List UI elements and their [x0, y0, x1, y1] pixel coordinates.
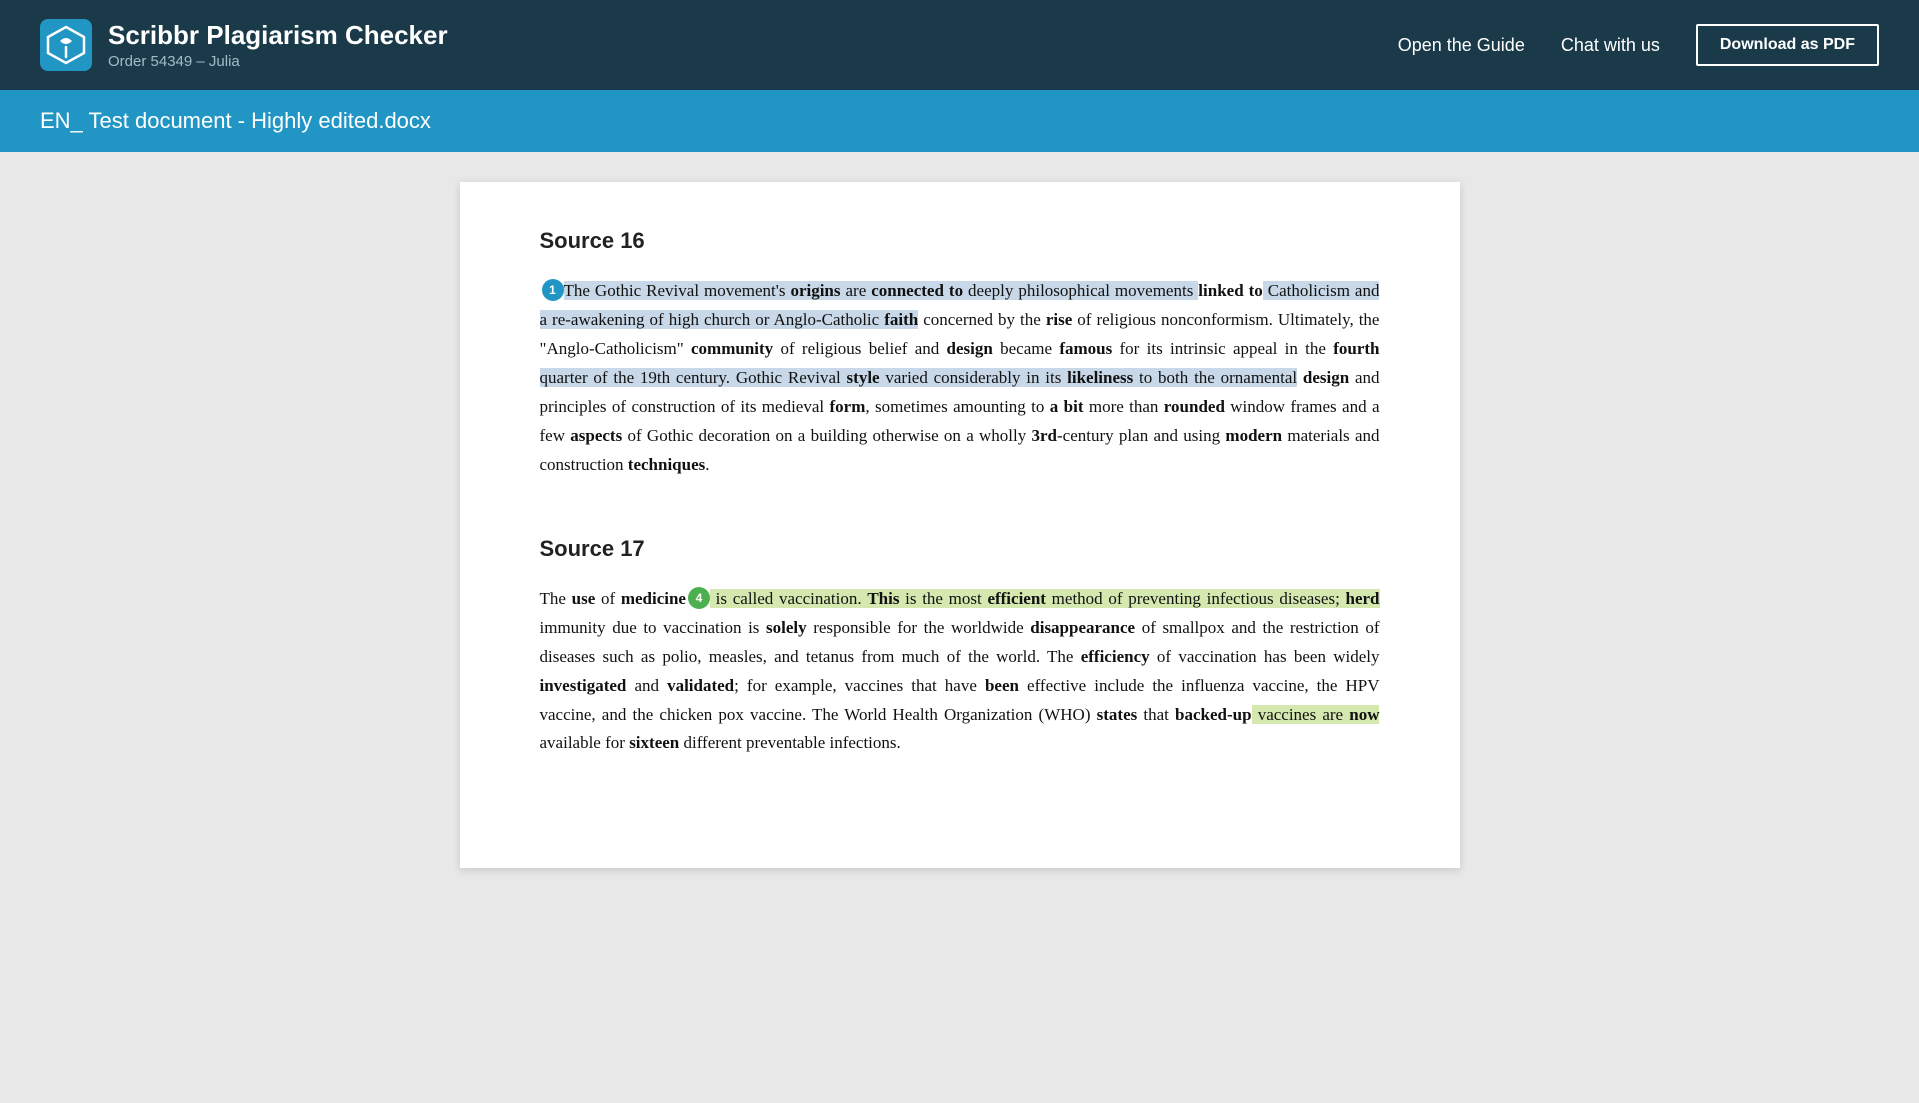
source-17-block: Source 17 The use of medicine4 is called… — [540, 530, 1380, 759]
text-segment: vaccines are now — [1252, 705, 1380, 724]
content-area: Source 16 1The Gothic Revival movement's… — [0, 152, 1919, 1052]
source-17-badge: 4 — [688, 587, 710, 609]
text-segment: is called vaccination. This is the most … — [710, 589, 1380, 608]
source-17-paragraph: The use of medicine4 is called vaccinati… — [540, 585, 1380, 758]
chat-with-us-link[interactable]: Chat with us — [1561, 35, 1660, 56]
app-name: Scribbr Plagiarism Checker — [108, 20, 448, 51]
source-16-heading: Source 16 — [540, 222, 1380, 259]
app-header: Scribbr Plagiarism Checker Order 54349 –… — [0, 0, 1919, 90]
open-guide-link[interactable]: Open the Guide — [1398, 35, 1525, 56]
source-16-badge: 1 — [542, 279, 564, 301]
header-right: Open the Guide Chat with us Download as … — [1398, 24, 1879, 66]
source-17-heading: Source 17 — [540, 530, 1380, 567]
scribbr-logo-icon — [40, 19, 92, 71]
text-segment: quarter of the 19th century. Gothic Revi… — [540, 368, 1298, 387]
document-body: Source 16 1The Gothic Revival movement's… — [460, 182, 1460, 868]
order-info: Order 54349 – Julia — [108, 53, 448, 70]
text-segment: linked to — [1198, 281, 1263, 300]
document-filename: EN_ Test document - Highly edited.docx — [40, 108, 431, 133]
source-16-paragraph: 1The Gothic Revival movement's origins a… — [540, 277, 1380, 479]
text-segment: The Gothic Revival movement's origins ar… — [564, 281, 1199, 300]
source-16-block: Source 16 1The Gothic Revival movement's… — [540, 222, 1380, 480]
header-left: Scribbr Plagiarism Checker Order 54349 –… — [40, 19, 448, 71]
document-title-bar: EN_ Test document - Highly edited.docx — [0, 90, 1919, 152]
header-title-block: Scribbr Plagiarism Checker Order 54349 –… — [108, 20, 448, 70]
download-pdf-button[interactable]: Download as PDF — [1696, 24, 1879, 66]
